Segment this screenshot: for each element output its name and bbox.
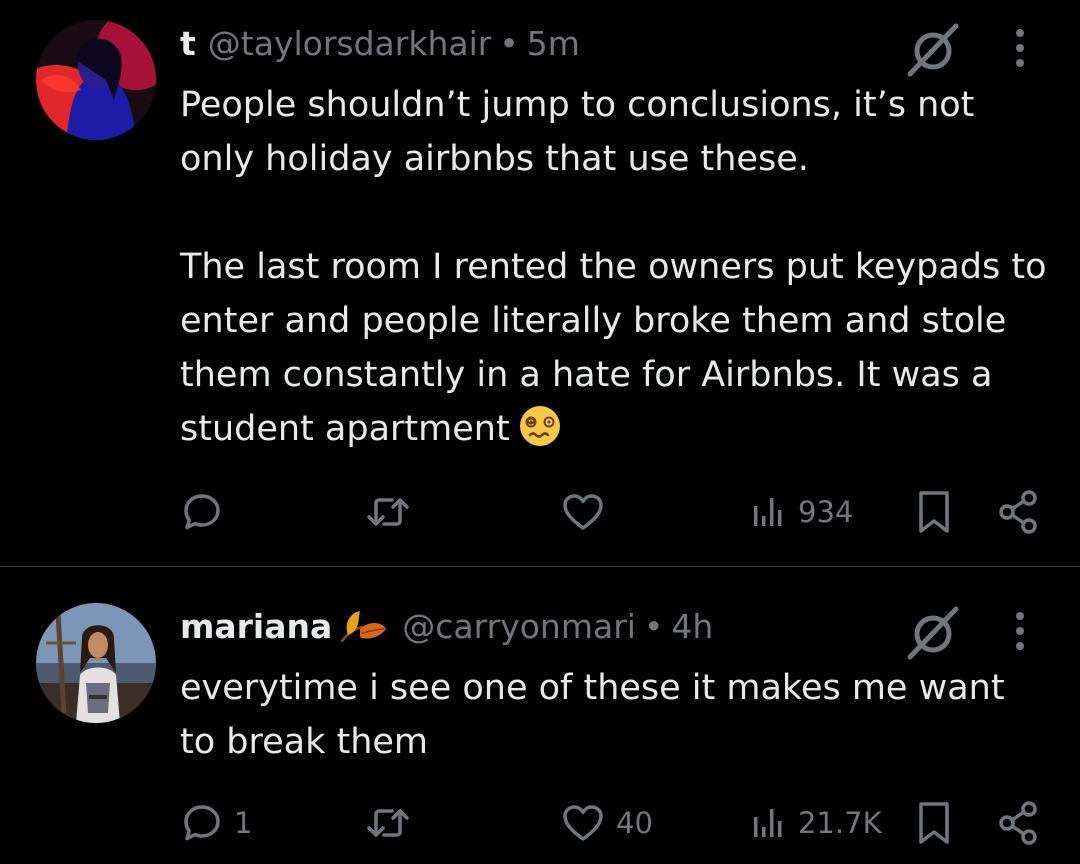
reply-icon: [184, 494, 220, 530]
user-avatar-icon: [36, 603, 156, 723]
views-button[interactable]: 934: [748, 488, 853, 536]
display-name[interactable]: mariana: [180, 605, 332, 649]
like-button[interactable]: 40: [560, 799, 653, 847]
tweet[interactable]: mariana @carryonmari • 4h everytime i se…: [0, 567, 1080, 864]
user-handle[interactable]: @carryonmari: [402, 605, 636, 649]
share-button[interactable]: [996, 488, 1042, 536]
tweet-text: everytime i see one of these it makes me…: [180, 668, 1016, 762]
bookmark-button[interactable]: [914, 799, 954, 847]
tweet-text: People shouldn’t jump to conclusions, it…: [180, 78, 1050, 456]
user-avatar-icon: [36, 20, 156, 140]
heart-icon: [563, 805, 603, 841]
view-count: 934: [798, 495, 854, 529]
display-name[interactable]: t: [180, 22, 196, 66]
like-count: 40: [616, 806, 653, 840]
bookmark-icon: [919, 802, 949, 844]
bookmark-icon: [919, 491, 949, 533]
heart-icon: [563, 494, 603, 530]
woozy-face-emoji-icon: [519, 406, 560, 446]
more-options-icon[interactable]: [1008, 607, 1032, 655]
like-button[interactable]: [560, 488, 616, 536]
avatar[interactable]: [36, 20, 156, 140]
user-handle[interactable]: @taylorsdarkhair: [208, 22, 492, 66]
tweet[interactable]: t @taylorsdarkhair • 5m People shouldn’t…: [0, 0, 1080, 566]
separator: •: [643, 607, 664, 646]
separator: •: [499, 24, 519, 63]
reply-icon: [184, 805, 220, 841]
repost-button[interactable]: [364, 488, 422, 536]
tweet-text-content: People shouldn’t jump to conclusions, it…: [180, 85, 1047, 449]
analytics-icon: [754, 498, 782, 526]
timestamp[interactable]: 5m: [527, 22, 580, 66]
grok-icon[interactable]: [904, 603, 962, 661]
bookmark-button[interactable]: [914, 488, 954, 536]
views-button[interactable]: 21.7K: [748, 799, 882, 847]
tweet-header: t @taylorsdarkhair • 5m: [180, 22, 580, 66]
timestamp[interactable]: 4h: [671, 605, 713, 649]
autumn-leaf-icon: [341, 611, 387, 643]
analytics-icon: [754, 809, 782, 837]
repost-icon: [367, 809, 409, 837]
view-count: 21.7K: [798, 806, 882, 840]
share-icon: [999, 490, 1037, 534]
grok-icon[interactable]: [904, 20, 962, 78]
share-icon: [999, 801, 1037, 845]
tweet-header: mariana @carryonmari • 4h: [180, 605, 713, 649]
repost-icon: [367, 498, 409, 526]
reply-count: 1: [234, 806, 253, 840]
avatar[interactable]: [36, 603, 156, 723]
reply-button[interactable]: 1: [180, 799, 252, 847]
repost-button[interactable]: [364, 799, 422, 847]
more-options-icon[interactable]: [1008, 24, 1032, 72]
share-button[interactable]: [996, 799, 1042, 847]
reply-button[interactable]: [180, 488, 234, 536]
